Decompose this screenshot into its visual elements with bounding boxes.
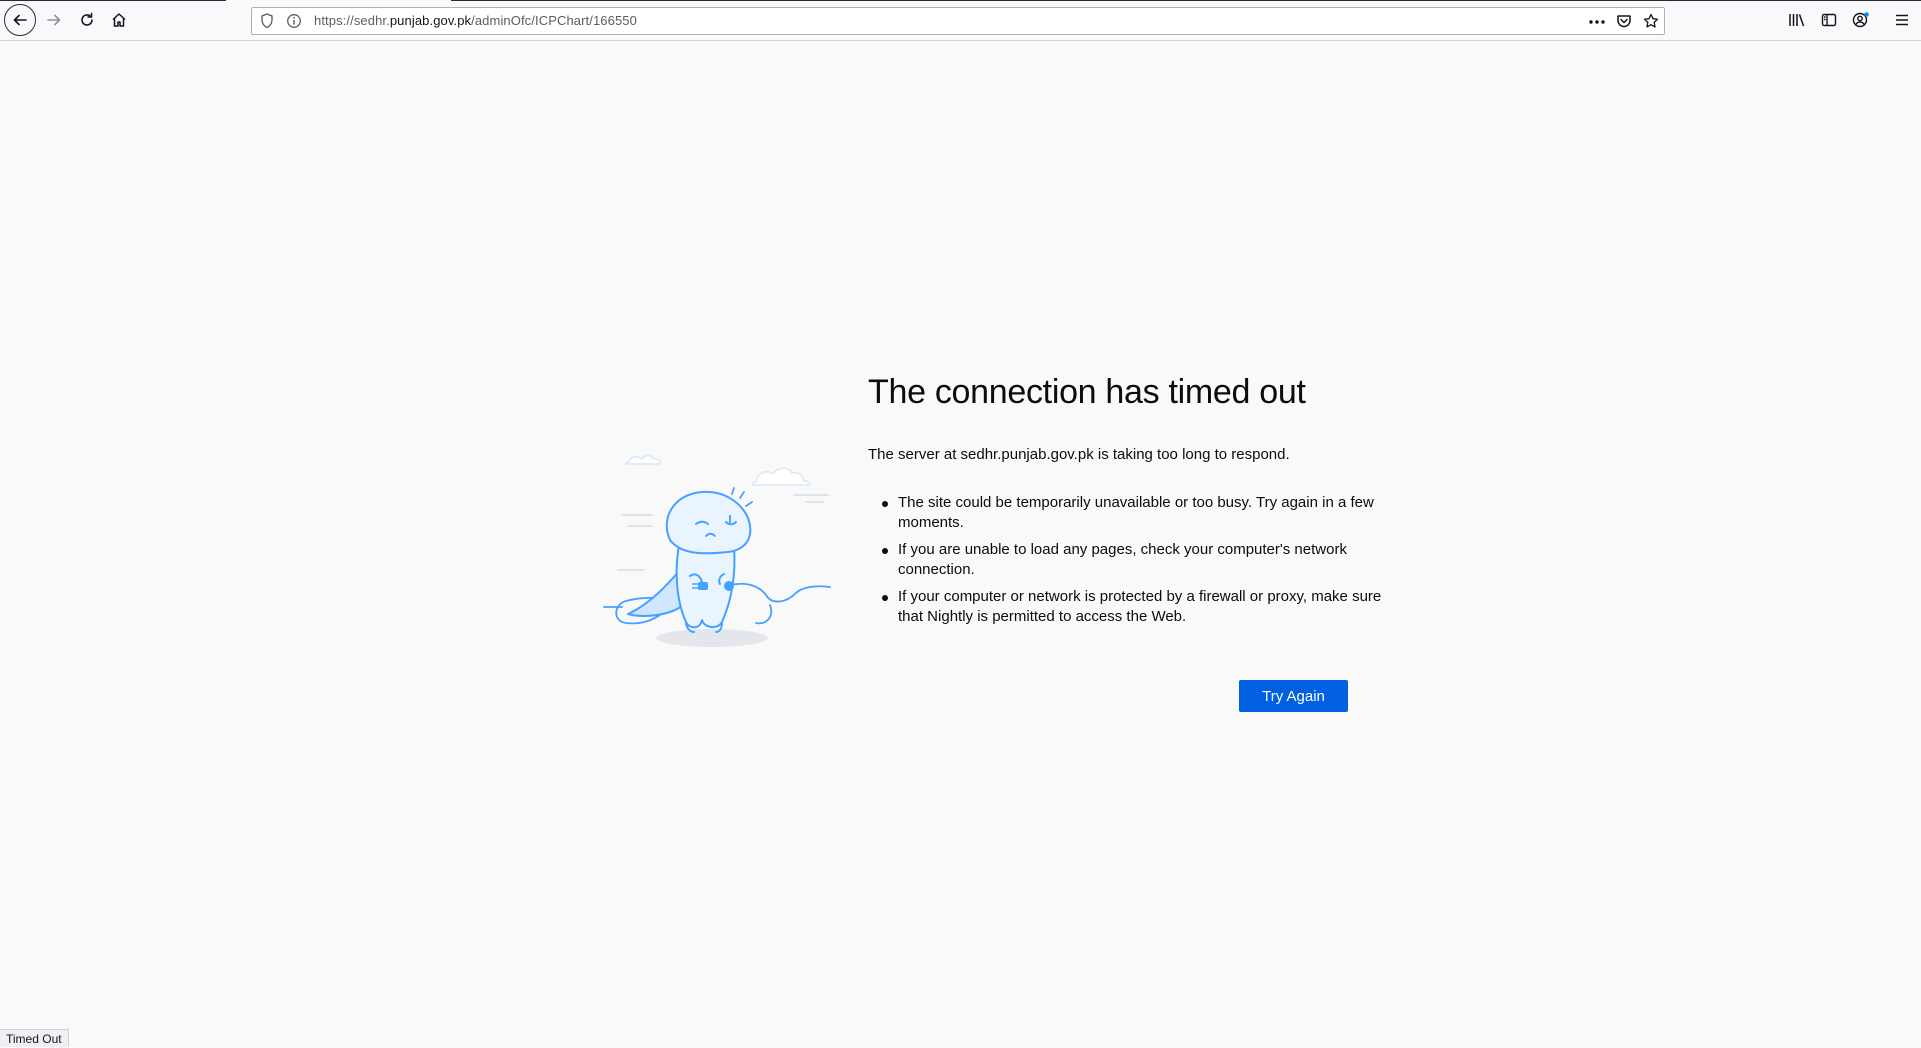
account-button[interactable]	[1847, 6, 1875, 34]
home-button[interactable]	[105, 6, 133, 34]
sidebar-icon	[1821, 13, 1837, 27]
home-icon	[112, 13, 126, 27]
url-bar[interactable]: https://sedhr.punjab.gov.pk/adminOfc/ICP…	[251, 7, 1665, 35]
star-icon[interactable]	[1643, 13, 1659, 34]
error-description: The server at sedhr.punjab.gov.pk is tak…	[868, 446, 1290, 463]
error-reasons-list: The site could be temporarily unavailabl…	[868, 493, 1398, 634]
browser-toolbar: https://sedhr.punjab.gov.pk/adminOfc/ICP…	[0, 0, 1921, 41]
account-icon	[1852, 12, 1869, 28]
more-icon[interactable]	[1588, 14, 1606, 35]
reload-button[interactable]	[73, 6, 101, 34]
tab-strip-line	[451, 0, 1921, 1]
back-arrow-icon	[13, 14, 27, 26]
sad-dinosaur-unplugged-icon	[603, 454, 831, 647]
library-icon	[1789, 14, 1805, 27]
back-button[interactable]	[4, 4, 36, 36]
list-item: If your computer or network is protected…	[882, 587, 1398, 627]
menu-button[interactable]	[1888, 6, 1916, 34]
pocket-icon[interactable]	[1616, 13, 1632, 34]
info-icon[interactable]	[286, 13, 302, 34]
forward-button[interactable]	[40, 6, 68, 34]
sidebar-button[interactable]	[1815, 6, 1843, 34]
list-item: The site could be temporarily unavailabl…	[882, 493, 1398, 533]
shield-icon[interactable]	[260, 13, 274, 34]
url-text[interactable]: https://sedhr.punjab.gov.pk/adminOfc/ICP…	[314, 13, 637, 28]
hamburger-menu-icon	[1896, 14, 1908, 26]
library-button[interactable]	[1783, 6, 1811, 34]
reload-icon	[81, 12, 93, 26]
status-panel: Timed Out	[0, 1029, 69, 1047]
list-item: If you are unable to load any pages, che…	[882, 540, 1398, 580]
tab-strip-line	[0, 0, 226, 1]
try-again-button[interactable]: Try Again	[1239, 680, 1348, 712]
error-title: The connection has timed out	[868, 373, 1306, 411]
forward-arrow-icon	[47, 14, 61, 26]
